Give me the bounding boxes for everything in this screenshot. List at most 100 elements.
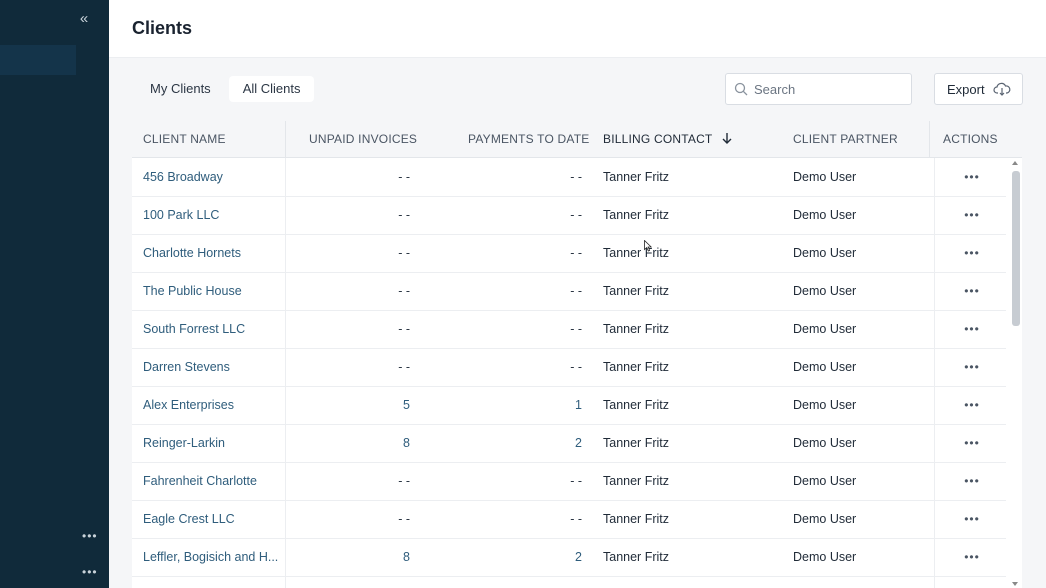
unpaid-invoices-value: - - xyxy=(398,322,410,336)
export-label: Export xyxy=(947,81,985,97)
payments-to-date-value: - - xyxy=(570,208,582,222)
client-name-link[interactable]: Reinger-Larkin xyxy=(143,425,283,462)
tab-my-clients[interactable]: My Clients xyxy=(132,76,225,102)
scroll-up-icon[interactable] xyxy=(1012,161,1018,165)
client-name-link[interactable]: Darren Stevens xyxy=(143,349,283,386)
column-header-client-partner[interactable]: CLIENT PARTNER xyxy=(793,121,898,158)
client-partner-value: Demo User xyxy=(793,360,857,374)
client-partner-value: Demo User xyxy=(793,170,857,184)
billing-contact-value: Tanner Fritz xyxy=(603,170,669,184)
payments-to-date-value[interactable]: 2 xyxy=(534,539,582,576)
table-row[interactable]: Alex Enterprises 5 1 Tanner Fritz Demo User •… xyxy=(132,387,1006,425)
client-partner-value: Demo User xyxy=(793,246,857,260)
payments-to-date-value: - - xyxy=(570,246,582,260)
table-row[interactable]: Leffler, Bogisich and H... 8 2 Tanner Fritz… xyxy=(132,539,1006,577)
table-row[interactable]: Fahrenheit Charlotte - - - - Tanner Fritz De… xyxy=(132,463,1006,501)
billing-contact-value: Tanner Fritz xyxy=(603,436,669,450)
export-button[interactable]: Export xyxy=(934,73,1023,105)
column-header-unpaid-invoices[interactable]: UNPAID INVOICES xyxy=(309,121,417,158)
row-actions-icon[interactable]: ••• xyxy=(960,501,984,538)
search-box[interactable] xyxy=(725,73,912,105)
row-actions-icon[interactable]: ••• xyxy=(960,463,984,500)
column-divider xyxy=(929,121,930,158)
row-actions-icon[interactable]: ••• xyxy=(960,387,984,424)
column-header-billing-contact[interactable]: BILLING CONTACT xyxy=(603,121,732,158)
row-actions-icon[interactable]: ••• xyxy=(960,159,984,196)
row-actions-icon[interactable]: ••• xyxy=(960,235,984,272)
table-row[interactable]: The Public House - - - - Tanner Fritz Demo U… xyxy=(132,273,1006,311)
table-row[interactable]: 100 Park LLC - - - - Tanner Fritz Demo User •… xyxy=(132,197,1006,235)
unpaid-invoices-value[interactable]: 5 xyxy=(362,387,410,424)
column-header-actions: ACTIONS xyxy=(943,132,998,146)
client-name-link[interactable]: Fahrenheit Charlotte xyxy=(143,463,283,500)
billing-contact-value: Tanner Fritz xyxy=(603,360,669,374)
row-actions-icon[interactable]: ••• xyxy=(960,539,984,576)
page-header: Clients xyxy=(109,0,1046,58)
billing-contact-value: Tanner Fritz xyxy=(603,284,669,298)
unpaid-invoices-value: - - xyxy=(398,284,410,298)
vertical-scrollbar[interactable] xyxy=(1009,159,1022,588)
table-row[interactable]: Eagle Crest LLC - - - - Tanner Fritz Demo Us… xyxy=(132,501,1006,539)
client-name-link[interactable]: 100 Park LLC xyxy=(143,197,283,234)
client-partner-value: Demo User xyxy=(793,436,857,450)
client-partner-value: Demo User xyxy=(793,398,857,412)
scroll-down-icon[interactable] xyxy=(1012,582,1018,586)
billing-contact-value: Tanner Fritz xyxy=(603,474,669,488)
unpaid-invoices-value: - - xyxy=(398,512,410,526)
unpaid-invoices-value: - - xyxy=(398,360,410,374)
row-actions-icon[interactable]: ••• xyxy=(960,349,984,386)
more-options-icon[interactable]: ••• xyxy=(82,530,97,545)
billing-contact-value: Tanner Fritz xyxy=(603,208,669,222)
search-input[interactable] xyxy=(754,74,904,104)
client-name-link[interactable]: Charlotte Hornets xyxy=(143,235,283,272)
table-header: CLIENT NAME UNPAID INVOICES PAYMENTS TO … xyxy=(132,121,1022,158)
column-divider xyxy=(285,121,286,158)
client-tabs: My Clients All Clients xyxy=(132,76,315,102)
sidebar: « ••• ••• xyxy=(0,0,109,588)
tab-all-clients[interactable]: All Clients xyxy=(228,76,315,102)
cloud-download-icon xyxy=(993,82,1010,96)
billing-contact-value: Tanner Fritz xyxy=(603,550,669,564)
client-name-link[interactable]: Alex Enterprises xyxy=(143,387,283,424)
row-actions-icon[interactable]: ••• xyxy=(960,197,984,234)
page-title: Clients xyxy=(132,18,193,38)
unpaid-invoices-value[interactable]: 8 xyxy=(362,425,410,462)
client-partner-value: Demo User xyxy=(793,512,857,526)
table-row[interactable]: Reinger-Larkin 8 2 Tanner Fritz Demo User ••• xyxy=(132,425,1006,463)
column-header-client-name[interactable]: CLIENT NAME xyxy=(143,121,226,158)
payments-to-date-value: - - xyxy=(570,322,582,336)
client-name-link[interactable]: 456 Broadway xyxy=(143,159,283,196)
payments-to-date-value: - - xyxy=(570,474,582,488)
client-name-link[interactable]: Eagle Crest LLC xyxy=(143,501,283,538)
client-name-link[interactable]: South Forrest LLC xyxy=(143,311,283,348)
client-name-link[interactable]: Leffler, Bogisich and H... xyxy=(143,539,283,576)
client-name-link[interactable]: The Public House xyxy=(143,273,283,310)
row-actions-icon[interactable]: ••• xyxy=(960,273,984,310)
scrollbar-thumb[interactable] xyxy=(1012,171,1020,326)
sidebar-active-item[interactable] xyxy=(0,45,76,75)
collapse-sidebar-icon[interactable]: « xyxy=(76,10,92,28)
unpaid-invoices-value: - - xyxy=(398,208,410,222)
table-row[interactable]: South Forrest LLC - - - - Tanner Fritz Demo … xyxy=(132,311,1006,349)
table-row[interactable]: Charlotte Hornets - - - - Tanner Fritz Demo … xyxy=(132,235,1006,273)
row-actions-icon[interactable]: ••• xyxy=(960,311,984,348)
payments-to-date-value[interactable]: 2 xyxy=(534,425,582,462)
billing-contact-value: Tanner Fritz xyxy=(603,398,669,412)
billing-contact-label: BILLING CONTACT xyxy=(603,132,713,146)
clients-table: CLIENT NAME UNPAID INVOICES PAYMENTS TO … xyxy=(132,121,1022,588)
column-header-payments-to-date[interactable]: PAYMENTS TO DATE xyxy=(468,121,589,158)
billing-contact-value: Tanner Fritz xyxy=(603,246,669,260)
payments-to-date-value[interactable]: 1 xyxy=(534,387,582,424)
row-actions-icon[interactable]: ••• xyxy=(960,425,984,462)
unpaid-invoices-value[interactable]: 8 xyxy=(362,539,410,576)
table-row[interactable]: 456 Broadway - - - - Tanner Fritz Demo User •… xyxy=(132,159,1006,197)
table-row[interactable]: Darren Stevens - - - - Tanner Fritz Demo Use… xyxy=(132,349,1006,387)
client-partner-value: Demo User xyxy=(793,322,857,336)
main-content: My Clients All Clients Export CLIENT NAM… xyxy=(132,68,1023,588)
billing-contact-value: Tanner Fritz xyxy=(603,322,669,336)
client-partner-value: Demo User xyxy=(793,284,857,298)
user-menu-icon[interactable]: ••• xyxy=(82,566,97,581)
mouse-cursor-icon xyxy=(644,240,652,252)
payments-to-date-value: - - xyxy=(570,170,582,184)
search-icon xyxy=(734,82,748,96)
